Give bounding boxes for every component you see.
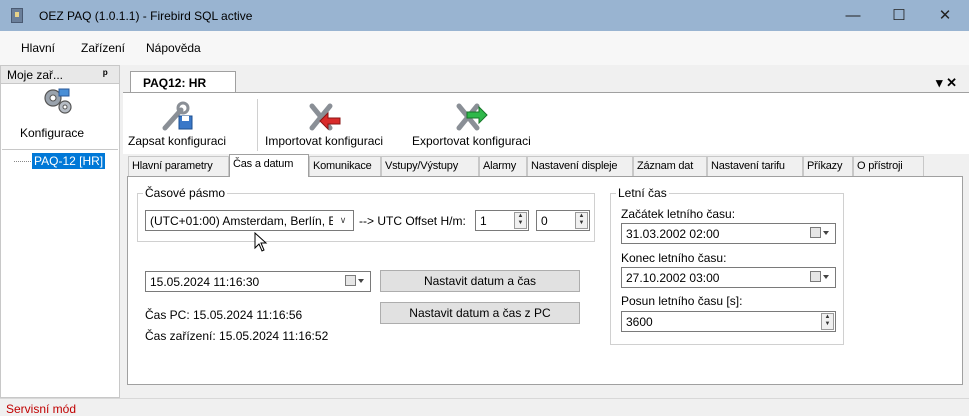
export-config-button[interactable]: Exportovat konfiguraci — [412, 100, 531, 148]
calendar-dropdown-icon — [810, 271, 832, 284]
status-bar: Servisní mód — [0, 398, 969, 416]
timezone-group-label: Časové pásmo — [143, 186, 228, 200]
tab-panel-cas-a-datum: Časové pásmo (UTC+01:00) Amsterdam, Berl… — [127, 176, 963, 385]
dst-shift-spinner[interactable]: 3600 ▲ ▼ — [621, 311, 836, 332]
timezone-select[interactable]: (UTC+01:00) Amsterdam, Berlín, E ∨ — [145, 210, 354, 231]
menu-zarizeni[interactable]: Zařízení — [81, 41, 125, 55]
dst-group-label: Letní čas — [616, 186, 669, 200]
maximize-button[interactable]: ☐ — [876, 0, 922, 31]
pc-time-text: Čas PC: 15.05.2024 11:16:56 — [145, 308, 303, 322]
device-time-text: Čas zařízení: 15.05.2024 11:16:52 — [145, 329, 329, 343]
save-config-label: Zapsat konfiguraci — [128, 134, 227, 148]
status-text: Servisní mód — [6, 402, 77, 416]
sidebar-header: Moje zař... ᵖ — [1, 66, 119, 84]
gears-icon — [44, 88, 72, 114]
settings-tabs: Hlavní parametry Čas a datum Komunikace … — [128, 154, 966, 177]
spinner-arrows-icon: ▲ ▼ — [821, 313, 834, 330]
sidebar-divider — [2, 149, 118, 150]
datetime-value: 15.05.2024 11:16:30 — [150, 275, 260, 289]
offset-minutes-spinner[interactable]: 0 ▲ ▼ — [536, 210, 590, 231]
timezone-value: (UTC+01:00) Amsterdam, Berlín, E — [150, 214, 337, 228]
offset-minutes-value: 0 — [541, 214, 548, 228]
dst-end-label: Konec letního času: — [621, 251, 727, 265]
dst-start-picker[interactable]: 31.03.2002 02:00 — [621, 223, 836, 244]
wrench-import-icon — [309, 103, 341, 131]
set-datetime-button[interactable]: Nastavit datum a čas — [380, 270, 580, 292]
tab-komunikace[interactable]: Komunikace — [309, 156, 381, 176]
wrench-save-icon — [162, 101, 193, 131]
tree-connector — [14, 161, 31, 162]
tab-hlavni-parametry[interactable]: Hlavní parametry — [128, 156, 229, 176]
menu-hlavni[interactable]: Hlavní — [21, 41, 55, 55]
minimize-button[interactable]: — — [830, 0, 876, 31]
dst-end-value: 27.10.2002 03:00 — [626, 271, 720, 285]
import-config-button[interactable]: Importovat konfiguraci — [265, 100, 383, 148]
window-title: OEZ PAQ (1.0.1.1) - Firebird SQL active — [39, 9, 253, 23]
tree-item-paq12[interactable]: PAQ-12 [HR] — [32, 153, 106, 169]
app-icon — [11, 8, 23, 23]
tab-prikazy[interactable]: Příkazy — [803, 156, 853, 176]
offset-hours-value: 1 — [480, 214, 487, 228]
import-config-label: Importovat konfiguraci — [265, 134, 384, 148]
spinner-arrows-icon: ▲ ▼ — [514, 212, 527, 229]
tab-zaznam-dat[interactable]: Záznam dat — [633, 156, 707, 176]
calendar-dropdown-icon — [810, 227, 832, 240]
dst-shift-label: Posun letního času [s]: — [621, 294, 743, 308]
config-label: Konfigurace — [20, 126, 85, 140]
document-area: PAQ12: HR ▾ ✕ Zapsat konfiguraci Importo… — [123, 65, 969, 398]
sidebar-title: Moje zař... — [7, 68, 64, 82]
set-datetime-pc-button[interactable]: Nastavit datum a čas z PC — [380, 302, 580, 324]
device-tree: PAQ-12 [HR] — [2, 151, 118, 396]
document-tab[interactable]: PAQ12: HR — [130, 71, 236, 93]
tab-o-pristroji[interactable]: O přístroji — [853, 156, 924, 176]
title-bar: OEZ PAQ (1.0.1.1) - Firebird SQL active … — [0, 0, 969, 31]
save-config-button[interactable]: Zapsat konfiguraci — [128, 100, 226, 148]
menu-napoveda[interactable]: Nápověda — [146, 41, 201, 55]
dst-start-value: 31.03.2002 02:00 — [626, 227, 720, 241]
export-config-label: Exportovat konfiguraci — [412, 134, 531, 148]
tab-vstupy-vystupy[interactable]: Vstupy/Výstupy — [381, 156, 479, 176]
spinner-arrows-icon: ▲ ▼ — [575, 212, 588, 229]
datetime-picker[interactable]: 15.05.2024 11:16:30 — [145, 271, 371, 292]
tab-nastaveni-tarifu[interactable]: Nastavení tarifu — [707, 156, 803, 176]
close-button[interactable]: ✕ — [922, 0, 968, 31]
device-sidebar: Moje zař... ᵖ Konfigurace PAQ-12 [HR] — [0, 65, 120, 398]
chevron-down-icon: ∨ — [333, 211, 353, 230]
toolbar-separator — [257, 99, 258, 151]
offset-hours-spinner[interactable]: 1 ▲ ▼ — [475, 210, 529, 231]
tab-cas-a-datum[interactable]: Čas a datum — [229, 154, 309, 177]
dst-shift-value: 3600 — [626, 315, 653, 329]
config-button[interactable]: Konfigurace — [1, 85, 119, 149]
wrench-export-icon — [456, 103, 489, 131]
dst-end-picker[interactable]: 27.10.2002 03:00 — [621, 267, 836, 288]
mouse-cursor-icon — [254, 232, 268, 252]
calendar-dropdown-icon — [345, 275, 367, 288]
tab-alarmy[interactable]: Alarmy — [479, 156, 527, 176]
dst-start-label: Začátek letního času: — [621, 207, 736, 221]
toolbar: Zapsat konfiguraci Importovat konfigurac… — [123, 92, 969, 154]
menu-bar: Hlavní Zařízení Nápověda — [0, 31, 969, 65]
pin-icon[interactable]: ᵖ — [103, 67, 108, 81]
utc-offset-label: --> UTC Offset H/m: — [359, 214, 466, 228]
tab-nastaveni-displeje[interactable]: Nastavení displeje — [527, 156, 633, 176]
document-tab-controls[interactable]: ▾ ✕ — [936, 75, 957, 91]
